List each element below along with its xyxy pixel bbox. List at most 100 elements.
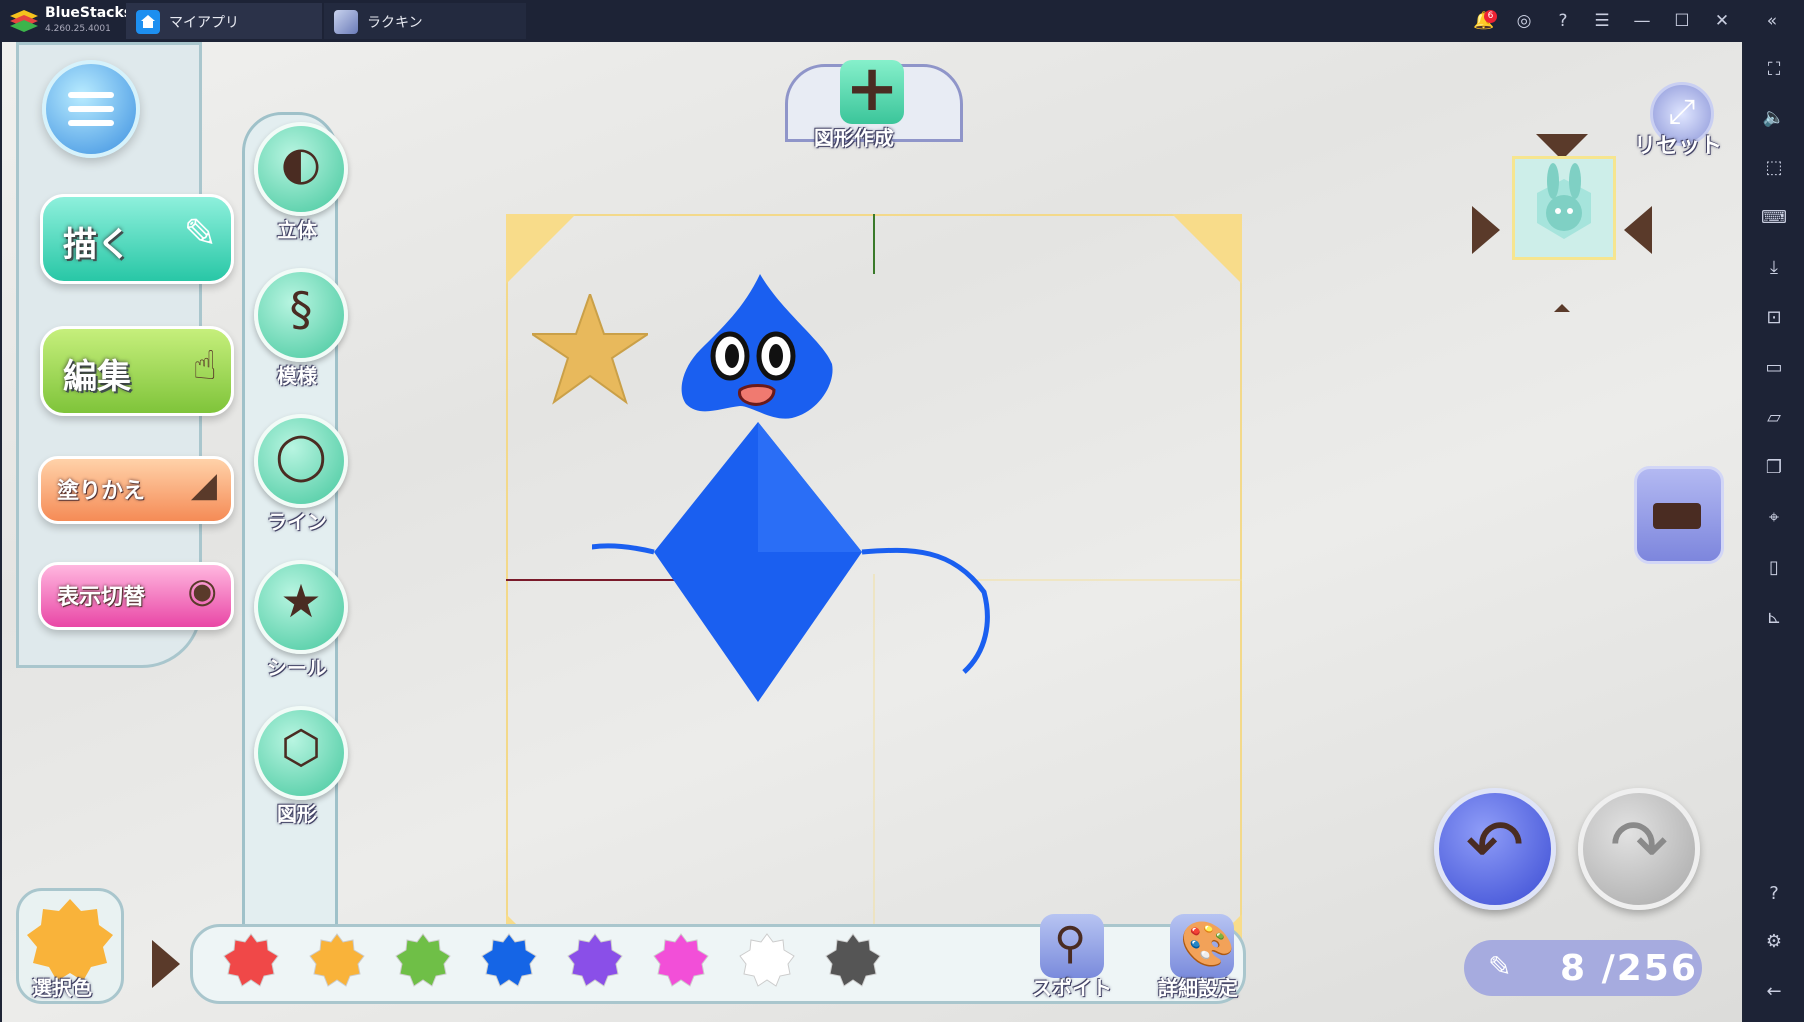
keyboard-icon[interactable]: ⌨ (1760, 204, 1788, 232)
hamburger-menu-button[interactable] (42, 60, 140, 158)
pattern-brush-icon: § (289, 282, 313, 336)
toggle-view-button[interactable]: 表示切替 ◉ (38, 562, 234, 630)
edit-mode-label: 編集 (63, 357, 131, 397)
menu-bar-icon (68, 92, 114, 98)
pointing-hand-icon: ☝ (192, 343, 217, 389)
brush-icon: ✎ (1488, 950, 1512, 983)
body-highlight (758, 422, 862, 552)
pattern-tool-button[interactable]: § (254, 268, 348, 362)
help-icon[interactable]: ? (1760, 880, 1788, 908)
collapse-sidebar-icon[interactable]: « (1760, 9, 1784, 33)
tab-label: ラクキン (367, 15, 423, 31)
color-swatch[interactable] (480, 932, 538, 990)
record-icon[interactable]: ▭ (1760, 354, 1788, 382)
sticker-tool-button[interactable]: ★ (254, 560, 348, 654)
line-tool-button[interactable]: ◯ (254, 414, 348, 508)
fullscreen-icon[interactable]: ⛶ (1760, 56, 1788, 84)
screenshot-icon[interactable]: ⊡ (1760, 304, 1788, 332)
rotate-left-arrow-icon[interactable] (1622, 202, 1662, 262)
back-icon[interactable]: ← (1760, 978, 1788, 1006)
edit-mode-button[interactable]: 編集 ☝ (40, 326, 234, 416)
color-swatch[interactable] (308, 932, 366, 990)
dropper-button[interactable]: ⚲ (1040, 914, 1104, 978)
solid-tool-button[interactable]: ◐ (254, 122, 348, 216)
app-name: BlueStacks (45, 5, 133, 21)
close-icon[interactable]: ✕ (1710, 9, 1734, 33)
brush-icon: ✎ (183, 211, 217, 257)
side-toolbar (1744, 42, 1804, 1022)
menu-icon[interactable]: ☰ (1590, 9, 1614, 33)
color-swatch[interactable] (652, 932, 710, 990)
selected-color-label: 選択色 (32, 976, 92, 1000)
shake-icon[interactable]: ▯ (1760, 554, 1788, 582)
color-swatch[interactable] (394, 932, 452, 990)
corner-marker (1172, 214, 1242, 284)
tab-label: マイアプリ (169, 15, 239, 31)
menu-bar-icon (68, 106, 114, 112)
game-viewport: 描く ✎ 編集 ☝ 塗りかえ ◢ 表示切替 ◉ ◐ 立体 § 模様 ◯ ライン … (2, 42, 1742, 1022)
eye-icon: ◉ (187, 571, 217, 611)
plus-icon[interactable]: + (840, 57, 904, 124)
detail-settings-button[interactable]: 🎨 (1170, 914, 1235, 978)
location-icon[interactable]: ⌖ (1760, 504, 1788, 532)
left-arm (592, 543, 655, 555)
blue-character[interactable] (592, 272, 1152, 772)
shape-tool-button[interactable]: ⬡ (254, 706, 348, 800)
star-sticker-icon: ★ (280, 574, 322, 628)
minimize-icon[interactable]: — (1630, 9, 1654, 33)
right-pupil (769, 344, 783, 368)
corner-marker (506, 214, 576, 284)
redo-button[interactable]: ↷ (1578, 788, 1700, 910)
dropper-label: スポイト (1032, 976, 1112, 1000)
camera-icon (1653, 503, 1701, 529)
palette-expand-arrow-icon[interactable] (152, 940, 180, 988)
tab-my-apps[interactable]: マイアプリ (126, 3, 322, 39)
settings-icon[interactable]: ⚙ (1760, 928, 1788, 956)
stroke-count-text: 8 /256 (1560, 948, 1698, 989)
maximize-icon[interactable]: ☐ (1670, 9, 1694, 33)
draw-mode-button[interactable]: 描く ✎ (40, 194, 234, 284)
undo-button[interactable]: ↶ (1434, 788, 1556, 910)
palette-icon: 🎨 (1180, 919, 1235, 970)
pointer-icon[interactable]: ⬚ (1760, 154, 1788, 182)
multi-instance-icon[interactable]: ❐ (1760, 454, 1788, 482)
help-icon[interactable]: ? (1551, 9, 1575, 33)
pattern-tool-label: 模様 (277, 364, 317, 388)
folder-icon[interactable]: ▱ (1760, 404, 1788, 432)
detail-settings-label: 詳細設定 (1158, 976, 1238, 1000)
eyedropper-icon: ⚲ (1054, 918, 1087, 969)
shape-tool-label: 図形 (277, 802, 317, 826)
color-swatch[interactable] (738, 932, 796, 990)
color-swatch[interactable] (824, 932, 882, 990)
solid-tool-label: 立体 (277, 218, 317, 242)
app-version: 4.260.25.4001 (45, 24, 111, 34)
camera-preview[interactable] (1512, 156, 1616, 260)
right-arm (861, 547, 990, 674)
rotate-up-arrow-icon[interactable] (1536, 304, 1588, 312)
line-brush-icon: ◯ (275, 428, 327, 482)
apk-install-icon[interactable]: ⤓ (1760, 254, 1788, 282)
color-swatch[interactable] (222, 932, 280, 990)
color-swatch[interactable] (566, 932, 624, 990)
game-thumbnail-icon (334, 10, 358, 34)
account-icon[interactable]: ◎ (1512, 9, 1536, 33)
paint-bucket-icon: ◢ (190, 465, 217, 505)
notification-badge: 6 (1484, 10, 1497, 23)
cubes-icon: ⬡ (280, 720, 322, 774)
shape-create-label: 図形作成 (814, 126, 894, 150)
volume-icon[interactable]: 🔈 (1760, 104, 1788, 132)
menu-bar-icon (68, 120, 114, 126)
rotate-right-arrow-icon[interactable] (1462, 202, 1502, 262)
rabbit-icon (1537, 163, 1591, 239)
line-tool-label: ライン (267, 510, 327, 534)
tab-rakukin[interactable]: ラクキン (324, 3, 526, 39)
draw-mode-label: 描く (63, 225, 131, 265)
sticker-tool-label: シール (267, 656, 327, 680)
mouth (738, 384, 776, 406)
camera-button[interactable] (1634, 466, 1724, 564)
recolor-mode-label: 塗りかえ (57, 479, 146, 504)
reset-label: リセット (1634, 134, 1723, 159)
recolor-mode-button[interactable]: 塗りかえ ◢ (38, 456, 234, 524)
left-pupil (725, 344, 739, 368)
rotate-icon[interactable]: ⊾ (1760, 604, 1788, 632)
